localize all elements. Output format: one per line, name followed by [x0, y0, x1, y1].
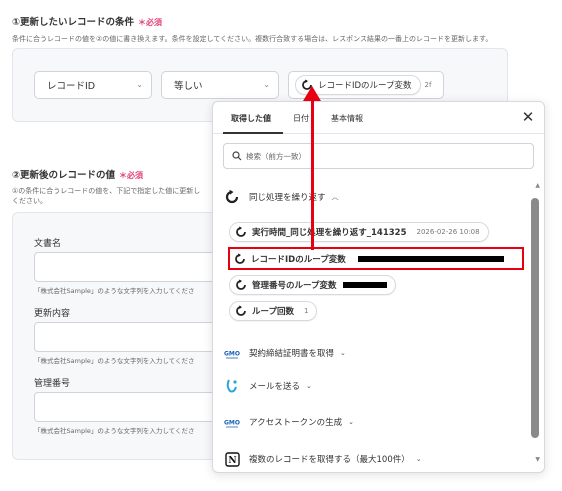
group-get-records[interactable]: N 複数のレコードを取得する（最大100件） ⌄ — [223, 450, 422, 468]
field-label-update-content: 更新内容 — [34, 309, 71, 319]
search-placeholder: 検索（前方一致） — [246, 151, 306, 161]
scrollbar-thumb[interactable] — [531, 198, 539, 438]
section2-title: ②更新後のレコードの値 ＊必須 — [12, 167, 143, 181]
gmo-sign-icon: GMO — [223, 413, 241, 431]
annotation-highlight-box — [228, 247, 524, 270]
svg-text:N: N — [228, 456, 236, 466]
field-select-value: レコードID — [47, 81, 96, 92]
tab-retrieved-values[interactable]: 取得した値 — [231, 113, 271, 124]
search-icon — [232, 151, 242, 161]
scroll-down-icon[interactable]: ▼ — [535, 456, 540, 463]
chevron-down-icon: ⌄ — [415, 455, 422, 463]
value-item-label: 管理番号のループ変数 — [252, 281, 337, 291]
chevron-up-icon: ︿ — [331, 193, 339, 201]
annotation-arrow-stem — [311, 100, 314, 250]
chevron-down-icon: ⌄ — [306, 382, 312, 390]
management-number-input[interactable] — [34, 392, 234, 422]
section1-title: ①更新したいレコードの条件 ＊必須 — [12, 14, 162, 28]
notion-icon: N — [223, 450, 241, 468]
document-name-input[interactable] — [34, 252, 234, 282]
annotation-arrow-head — [303, 86, 321, 101]
chevron-down-icon: ⌄ — [340, 349, 346, 357]
tab-basic-info[interactable]: 基本情報 — [331, 113, 363, 124]
value-item-value: 2026-02-26 10:08 — [416, 228, 480, 236]
group-label: アクセストークンの生成 — [249, 418, 343, 428]
search-input[interactable]: 検索（前方一致） — [223, 143, 534, 169]
operator-select[interactable]: 等しい ⌄ — [161, 71, 279, 99]
value-item-label: ループ回数 — [252, 307, 294, 317]
popup-tabs: 取得した値 日付 基本情報 ✕ — [213, 102, 544, 134]
value-item-execution-time[interactable]: 実行時間_同じ処理を繰り返す_141325 2026-02-26 10:08 — [229, 222, 489, 242]
value-chip-label: レコードIDのループ変数 — [318, 81, 412, 91]
value-item-management-number-loop[interactable]: 管理番号のループ変数 — [229, 275, 396, 295]
field-label-management-number: 管理番号 — [34, 379, 71, 389]
redacted-value — [342, 282, 387, 288]
value-item-value: 1 — [304, 307, 309, 315]
svg-text:GMO: GMO — [224, 351, 240, 358]
loop-icon — [234, 225, 248, 239]
tab-date[interactable]: 日付 — [293, 113, 309, 124]
value-picker-popup: 取得した値 日付 基本情報 ✕ 検索（前方一致） 同じ処理を繰り返す ︿ 実行時… — [212, 101, 545, 473]
section1-description: 条件に合うレコードの値を②の値に書き換えます。条件を設定してください。複数行合致… — [12, 35, 493, 43]
section2-description-2: ください。 — [12, 197, 47, 205]
svg-text:GMO: GMO — [224, 420, 240, 427]
required-badge: ＊必須 — [138, 18, 163, 27]
group-access-token[interactable]: GMO アクセストークンの生成 ⌄ — [223, 413, 354, 431]
group-send-mail[interactable]: メールを送る ⌄ — [223, 377, 312, 395]
chevron-down-icon: ⌄ — [263, 80, 270, 89]
group-loop[interactable]: 同じ処理を繰り返す ︿ — [223, 188, 339, 206]
section2-title-text: ②更新後のレコードの値 — [12, 170, 116, 181]
mail-yoom-icon — [223, 377, 241, 395]
value-suffix: 2f — [424, 81, 432, 89]
chevron-down-icon: ⌄ — [136, 80, 143, 89]
field-label-document: 文書名 — [34, 239, 62, 249]
scroll-up-icon[interactable]: ▲ — [535, 182, 540, 189]
loop-icon — [223, 188, 241, 206]
update-content-input[interactable] — [34, 322, 234, 352]
chevron-down-icon: ⌄ — [348, 418, 354, 426]
operator-select-value: 等しい — [174, 81, 203, 92]
loop-icon — [234, 278, 248, 292]
field-select[interactable]: レコードID ⌄ — [34, 71, 152, 99]
loop-icon — [234, 304, 248, 318]
document-name-hint: 「株式会社Sample」のような文字列を入力してくださ — [34, 287, 195, 295]
required-badge: ＊必須 — [119, 171, 144, 180]
update-content-hint: 「株式会社Sample」のような文字列を入力してくださ — [34, 357, 195, 365]
close-icon[interactable]: ✕ — [520, 109, 536, 125]
group-loop-label: 同じ処理を繰り返す — [249, 193, 326, 203]
management-number-hint: 「株式会社Sample」のような文字列を入力してくださ — [34, 427, 195, 435]
value-item-loop-count[interactable]: ループ回数 1 — [229, 301, 318, 321]
gmo-sign-icon: GMO — [223, 344, 241, 362]
active-tab-indicator — [223, 132, 283, 134]
group-label: 契約締結証明書を取得 — [249, 349, 335, 359]
group-contract-certificate[interactable]: GMO 契約締結証明書を取得 ⌄ — [223, 344, 346, 362]
section2-description-1: ①の条件に合うレコードの値を、下記で指定した値に更新し — [12, 187, 201, 195]
section1-title-text: ①更新したいレコードの条件 — [12, 17, 135, 28]
group-label: 複数のレコードを取得する（最大100件） — [249, 455, 410, 465]
value-item-label: 実行時間_同じ処理を繰り返す_141325 — [252, 228, 407, 238]
group-label: メールを送る — [249, 382, 301, 392]
